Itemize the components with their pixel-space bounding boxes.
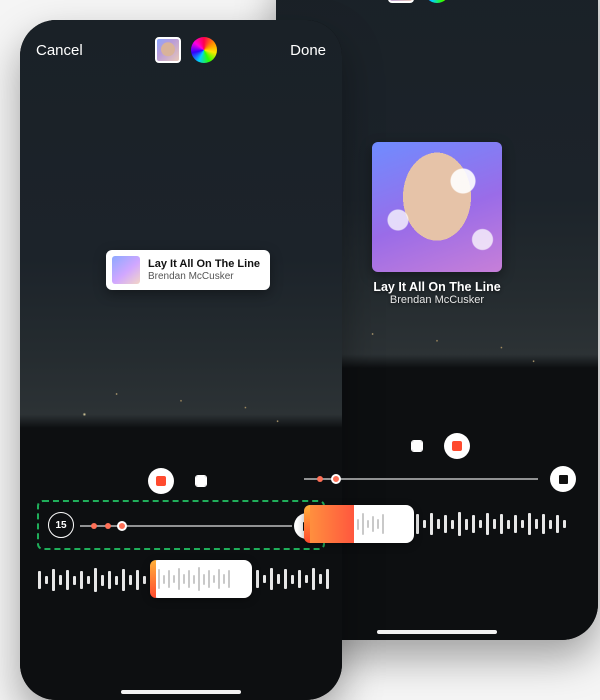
sticker-style-large[interactable] (188, 468, 214, 494)
album-thumb-button[interactable] (155, 37, 181, 63)
stop-button[interactable] (550, 466, 576, 492)
clip-marker[interactable] (91, 523, 97, 529)
clip-marker[interactable] (317, 476, 323, 482)
cancel-button[interactable]: Cancel (36, 42, 83, 59)
album-art-small (112, 256, 140, 284)
sticker-style-row (404, 433, 470, 459)
editor-topbar: Done (276, 0, 598, 20)
editor-topbar: Cancel Done (20, 20, 342, 80)
music-sticker-large[interactable]: Lay It All On The Line Brendan McCusker (372, 142, 502, 306)
sticker-style-row (148, 468, 214, 494)
album-art-large (372, 142, 502, 272)
song-title: Lay It All On The Line (372, 280, 502, 294)
color-picker-icon[interactable] (191, 37, 217, 63)
sticker-style-compact[interactable] (404, 433, 430, 459)
done-button[interactable]: Done (290, 42, 326, 59)
clip-marker[interactable] (105, 523, 111, 529)
song-artist: Brendan McCusker (372, 294, 502, 306)
scrubber-accent (150, 560, 156, 598)
waveform-ticks (416, 512, 566, 536)
scrubber-progress (310, 505, 354, 543)
story-background (20, 20, 342, 700)
waveform-ticks (38, 568, 146, 592)
album-thumb-button[interactable] (388, 0, 414, 3)
sticker-style-large[interactable] (444, 433, 470, 459)
color-picker-icon[interactable] (424, 0, 450, 3)
home-indicator (121, 690, 241, 694)
phone-screen-left: Cancel Done Lay It All On The Line Brend… (20, 20, 342, 700)
song-title: Lay It All On The Line (148, 258, 260, 271)
waveform-ticks (256, 568, 329, 590)
music-scrubber[interactable] (304, 505, 414, 543)
music-scrubber[interactable] (150, 560, 252, 598)
sticker-style-compact[interactable] (148, 468, 174, 494)
clip-start-handle[interactable] (331, 474, 341, 484)
clip-duration-button[interactable]: 15 (48, 512, 74, 538)
music-sticker-compact[interactable]: Lay It All On The Line Brendan McCusker (106, 250, 270, 290)
clip-start-handle[interactable] (117, 521, 127, 531)
home-indicator (377, 630, 497, 634)
song-artist: Brendan McCusker (148, 271, 260, 283)
clip-track[interactable] (80, 525, 292, 527)
